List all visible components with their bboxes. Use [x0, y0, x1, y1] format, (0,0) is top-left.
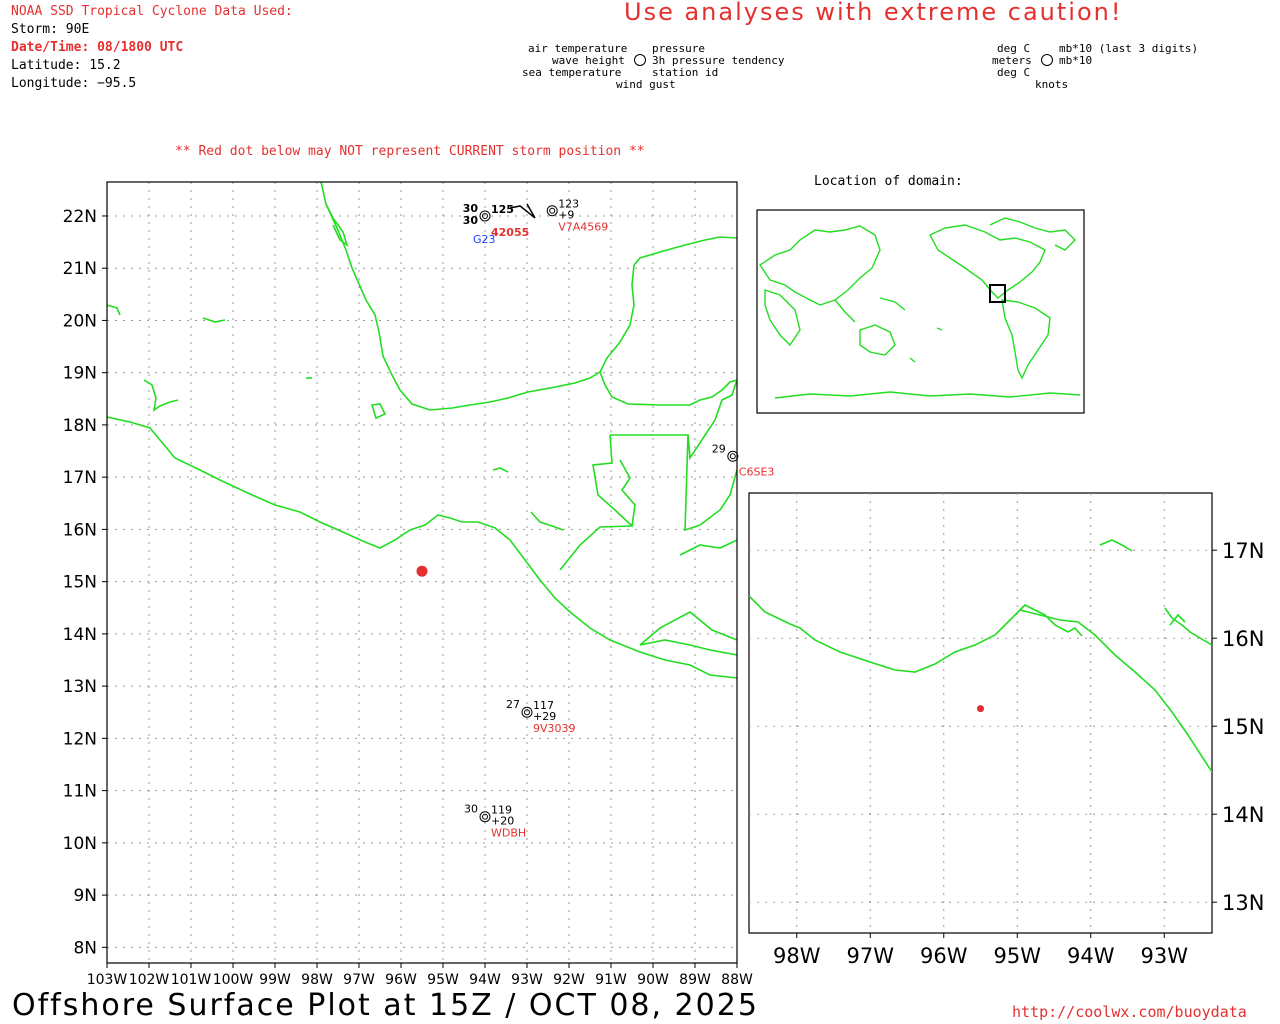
zoom-lon-label: 96W: [920, 944, 968, 968]
main-lat-label: 8N: [73, 938, 97, 958]
main-lat-label: 16N: [63, 520, 97, 540]
main-lat-label: 19N: [63, 364, 97, 384]
main-lon-label: 96W: [385, 972, 417, 988]
world-locator-frame: [756, 209, 1085, 414]
main-lat-label: 13N: [63, 677, 97, 697]
station-air-temp: 27: [506, 698, 520, 711]
zoom-lat-label: 15N: [1222, 715, 1264, 739]
main-map-lat-axis: 22N 21N 20N 19N 18N 17N 16N 15N 14N 13N 12N 11N 10N 9…: [63, 207, 107, 958]
main-lon-label: 98W: [301, 972, 333, 988]
main-lat-label: 15N: [63, 573, 97, 593]
main-lon-label: 103W: [87, 972, 128, 988]
zoom-lon-label: 94W: [1067, 944, 1115, 968]
zoom-lat-label: 17N: [1222, 539, 1264, 563]
station-buoy-type: G23: [473, 233, 496, 246]
station-circle-icon: [479, 811, 491, 823]
main-lon-label: 92W: [553, 972, 585, 988]
station-air-temp: 29: [712, 442, 726, 455]
main-lat-label: 18N: [63, 416, 97, 436]
zoom-lon-label: 98W: [773, 944, 821, 968]
main-lon-label: 101W: [171, 972, 212, 988]
main-lon-label: 94W: [469, 972, 501, 988]
station-42055: 303012542055G23: [463, 202, 536, 246]
main-lon-label: 90W: [637, 972, 669, 988]
station-id-label: V7A4569: [558, 221, 608, 234]
zoom-map-frame: [748, 492, 1213, 934]
zoom-storm-position-dot[interactable]: [977, 705, 984, 713]
station-id-label: 42055: [491, 226, 529, 239]
main-lon-label: 95W: [427, 972, 459, 988]
main-lon-label: 89W: [679, 972, 711, 988]
main-lon-label: 97W: [343, 972, 375, 988]
main-lon-label: 102W: [129, 972, 170, 988]
main-map-lon-axis: 103W 102W 101W 100W 99W 98W 97W 96W 95W 94W 93W 92W…: [87, 963, 753, 988]
station-sea-temp: 30: [463, 214, 479, 227]
zoom-lat-label: 14N: [1222, 803, 1264, 827]
zoom-map-lon-axis: 98W 97W 96W 95W 94W 93W: [773, 933, 1188, 968]
station-inner-circle-icon: [729, 453, 736, 460]
main-lat-label: 17N: [63, 468, 97, 488]
main-lat-label: 10N: [63, 834, 97, 854]
station-WDBH: 30 119+20WDBH: [464, 803, 526, 840]
main-lat-label: 14N: [63, 625, 97, 645]
station-circle-icon: [546, 205, 558, 217]
main-lat-label: 12N: [63, 729, 97, 749]
main-lat-label: 22N: [63, 207, 97, 227]
zoom-lat-label: 16N: [1222, 627, 1264, 651]
storm-position-dot[interactable]: [416, 565, 428, 577]
station-inner-circle-icon: [549, 207, 556, 214]
main-lat-label: 20N: [63, 311, 97, 331]
station-C6SE3: 29 C6SE3: [712, 442, 775, 478]
main-map[interactable]: 22N 21N 20N 19N 18N 17N 16N 15N 14N 13N 12N 11N 10N 9…: [0, 0, 1280, 1024]
main-lon-label: 88W: [721, 972, 753, 988]
station-plots: 303012542055G23123+9V7A456929C6SE327 117+…: [463, 198, 775, 840]
zoom-lon-label: 97W: [847, 944, 895, 968]
station-pressure: 125: [491, 203, 514, 216]
station-id-label: C6SE3: [739, 465, 775, 478]
station-id-label: 9V3039: [533, 722, 576, 735]
station-9V3039: 27 117+299V3039: [506, 698, 576, 735]
main-lat-label: 11N: [63, 782, 97, 802]
zoom-map-lat-axis: 17N 16N 15N 14N 13N: [1212, 539, 1264, 915]
main-lon-label: 91W: [595, 972, 627, 988]
main-lon-label: 100W: [213, 972, 254, 988]
zoom-lat-label: 13N: [1222, 891, 1264, 915]
station-circle-icon: [521, 706, 533, 718]
zoom-lon-label: 93W: [1140, 944, 1188, 968]
source-url-link[interactable]: http://coolwx.com/buoydata: [1012, 1003, 1247, 1021]
main-lat-label: 9N: [73, 886, 97, 906]
main-lon-label: 99W: [259, 972, 291, 988]
main-lat-label: 21N: [63, 259, 97, 279]
main-map-coastline: [107, 182, 737, 679]
station-id-label: WDBH: [491, 827, 526, 840]
zoom-lon-label: 95W: [993, 944, 1041, 968]
main-lon-label: 93W: [511, 972, 543, 988]
station-air-temp: 30: [464, 803, 478, 816]
plot-title: Offshore Surface Plot at 15Z / OCT 08, 2…: [12, 988, 759, 1023]
station-circle-icon: [727, 450, 739, 462]
